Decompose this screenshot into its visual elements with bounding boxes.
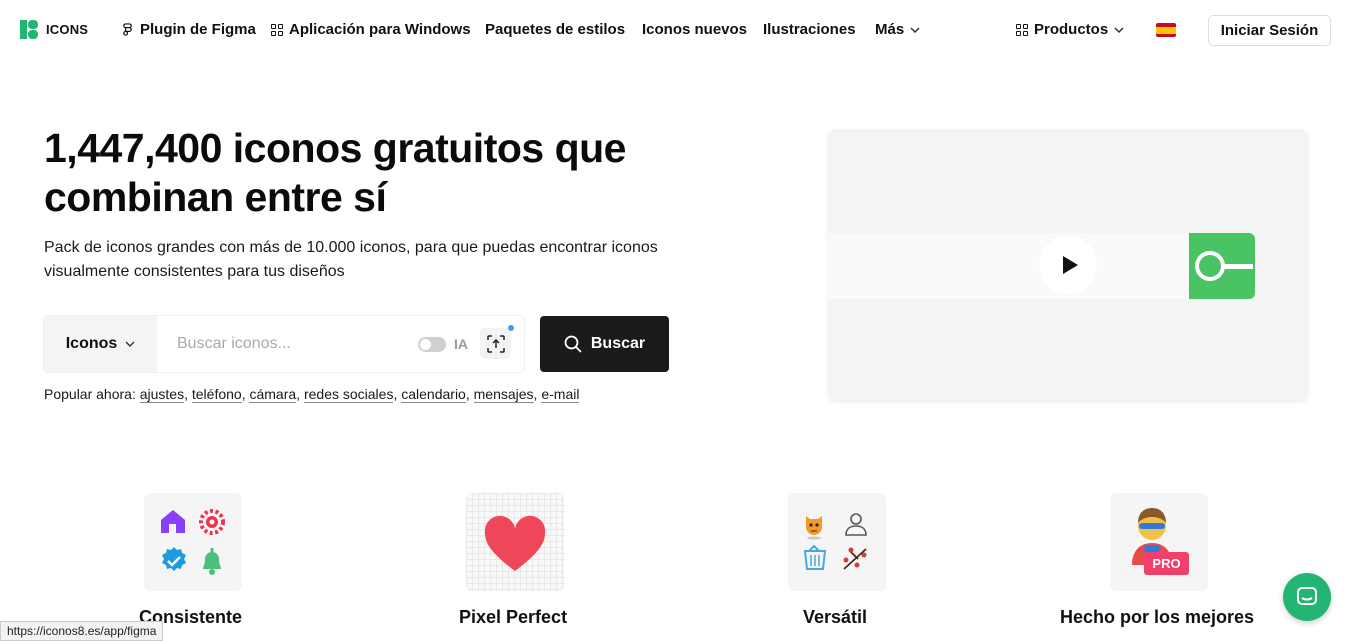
products-grid-icon: [1016, 23, 1028, 36]
play-icon: [1062, 256, 1078, 274]
feature-styles-grid-icon: [803, 513, 867, 570]
login-button[interactable]: Iniciar Sesión: [1208, 15, 1331, 46]
feature-versatile-image: [788, 493, 886, 591]
search-button-label: Buscar: [590, 335, 646, 352]
logo[interactable]: ICONS: [20, 20, 88, 39]
promo-video[interactable]: [828, 129, 1308, 400]
hero-title: 1,447,400 iconos gratuitos que combinan …: [44, 125, 626, 220]
nav-item-label: Plugin de Figma: [140, 21, 256, 38]
search-button[interactable]: Buscar: [540, 316, 669, 372]
feature-designers-image: PRO: [1110, 493, 1208, 591]
image-upload-button[interactable]: [480, 328, 511, 359]
top-navigation: ICONS Plugin de Figma Aplicación para Wi…: [0, 0, 1350, 60]
icons8-logo-icon: [20, 20, 38, 39]
heart-icon: [484, 515, 546, 571]
popular-tag[interactable]: calendario: [401, 386, 466, 403]
chat-support-button[interactable]: [1283, 573, 1331, 621]
new-feature-dot: [508, 325, 514, 331]
popular-tag[interactable]: mensajes: [473, 386, 534, 403]
nav-item-label: Más: [875, 21, 905, 38]
logo-text: ICONS: [46, 22, 89, 37]
feature-title: Pixel Perfect: [459, 607, 568, 627]
popular-tag[interactable]: redes sociales: [303, 386, 394, 403]
nav-item-label: Paquetes de estilos: [485, 21, 626, 38]
search-type-label: Iconos: [65, 335, 118, 352]
video-key-graphic: [1189, 233, 1255, 299]
video-frame: [828, 233, 1189, 299]
popular-searches: Popular ahora: ajustes, teléfono, cámara…: [44, 386, 580, 403]
nav-item-figma-plugin[interactable]: Plugin de Figma: [121, 21, 256, 38]
pro-badge: PRO: [1144, 552, 1189, 575]
chevron-down-icon: [1114, 26, 1124, 33]
popular-tag[interactable]: teléfono: [191, 386, 242, 403]
popular-tag[interactable]: ajustes: [139, 386, 185, 403]
feature-consistent-image: [144, 493, 242, 591]
feature-title: Versátil: [803, 607, 868, 627]
popular-tag[interactable]: cámara: [249, 386, 297, 403]
chat-icon: [1297, 587, 1317, 605]
figma-icon: [123, 23, 132, 36]
chevron-down-icon: [125, 341, 135, 347]
nav-item-label: Productos: [1034, 21, 1109, 38]
superhero-icon: [1132, 508, 1172, 565]
nav-item-products[interactable]: Productos: [1016, 21, 1124, 38]
ai-toggle[interactable]: [418, 337, 446, 352]
upload-icon: [486, 334, 505, 353]
popular-tag[interactable]: e-mail: [541, 386, 580, 403]
nav-item-more[interactable]: Más: [875, 21, 920, 38]
nav-item-illustrations[interactable]: Ilustraciones: [763, 21, 856, 38]
play-button[interactable]: [1039, 236, 1097, 294]
nav-item-label: Ilustraciones: [763, 21, 856, 38]
nav-item-style-packs[interactable]: Paquetes de estilos: [485, 21, 625, 38]
search-bar: Iconos IA: [44, 316, 524, 372]
feature-pixel-perfect-image: [466, 493, 564, 591]
language-flag-spain-icon[interactable]: [1156, 23, 1176, 37]
nav-item-label: Iconos nuevos: [642, 21, 748, 38]
search-type-dropdown[interactable]: Iconos: [44, 316, 157, 372]
chevron-down-icon: [910, 26, 920, 33]
key-icon: [1195, 251, 1253, 281]
windows-grid-icon: [271, 23, 283, 36]
nav-item-windows-app[interactable]: Aplicación para Windows: [271, 21, 471, 38]
hero-subtitle: Pack de iconos grandes con más de 10.000…: [44, 239, 658, 280]
nav-item-new-icons[interactable]: Iconos nuevos: [642, 21, 747, 38]
popular-prefix: Popular ahora:: [44, 386, 136, 402]
feature-title: Hecho por los mejores: [1060, 607, 1255, 627]
search-input[interactable]: [157, 316, 407, 372]
status-bar-url: https://iconos8.es/app/figma: [0, 621, 164, 641]
ai-toggle-label: IA: [454, 336, 468, 352]
nav-item-label: Aplicación para Windows: [289, 21, 471, 38]
search-icon: [564, 335, 582, 353]
feature-icons-grid-icon: [161, 509, 225, 575]
